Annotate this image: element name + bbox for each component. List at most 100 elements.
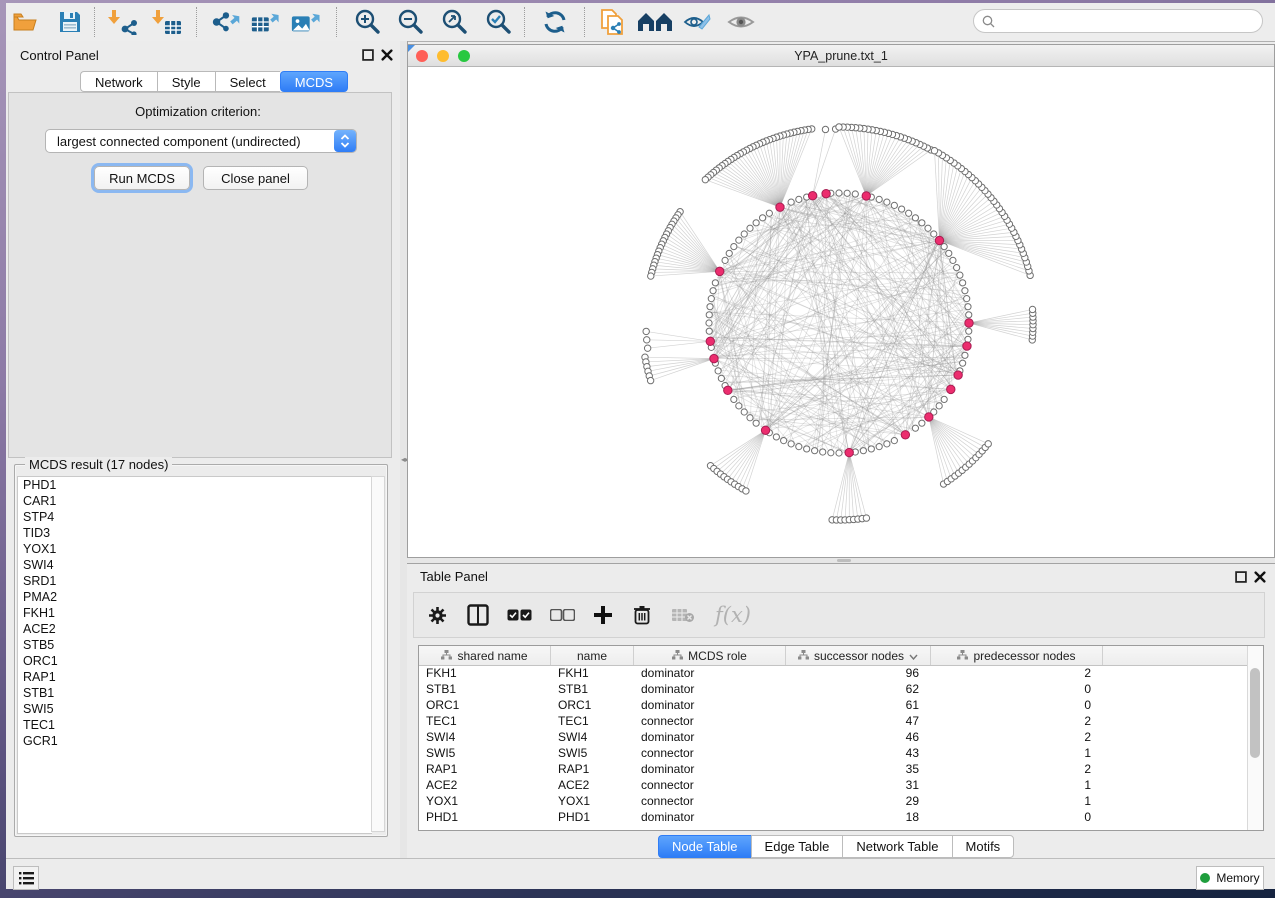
network-node[interactable] bbox=[718, 375, 724, 381]
mcds-list-scrollbar[interactable] bbox=[371, 476, 385, 832]
zoom-out-icon[interactable] bbox=[395, 8, 425, 36]
table-row[interactable]: STB1STB1dominator620 bbox=[419, 681, 1249, 697]
run-mcds-button[interactable]: Run MCDS bbox=[94, 166, 190, 190]
network-node[interactable] bbox=[781, 438, 787, 444]
network-node[interactable] bbox=[906, 210, 912, 216]
network-node[interactable] bbox=[647, 377, 653, 383]
network-node[interactable] bbox=[706, 320, 712, 326]
optimization-criterion-dropdown[interactable]: largest connected component (undirected) bbox=[45, 129, 357, 153]
network-node[interactable] bbox=[788, 199, 794, 205]
network-node[interactable] bbox=[712, 280, 718, 286]
open-file-icon[interactable] bbox=[10, 8, 40, 36]
save-session-icon[interactable] bbox=[55, 8, 85, 36]
table-scrollbar[interactable] bbox=[1247, 646, 1263, 830]
network-node[interactable] bbox=[820, 449, 826, 455]
column-header-shared-name[interactable]: shared name bbox=[419, 646, 551, 665]
network-node[interactable] bbox=[852, 191, 858, 197]
network-node[interactable] bbox=[736, 237, 742, 243]
export-network-icon[interactable] bbox=[210, 8, 240, 36]
tab-network[interactable]: Network bbox=[80, 71, 157, 92]
mcds-result-item[interactable]: TEC1 bbox=[18, 717, 372, 733]
export-table-icon[interactable] bbox=[250, 8, 280, 36]
network-node[interactable] bbox=[710, 288, 716, 294]
memory-button[interactable]: Memory bbox=[1196, 866, 1264, 890]
network-node[interactable] bbox=[796, 444, 802, 450]
table-row[interactable]: SWI4SWI4dominator462 bbox=[419, 729, 1249, 745]
table-row[interactable]: PHD1PHD1dominator180 bbox=[419, 809, 1249, 825]
mcds-result-item[interactable]: ACE2 bbox=[18, 621, 372, 637]
network-node[interactable] bbox=[788, 441, 794, 447]
network-node[interactable] bbox=[863, 515, 869, 521]
network-node[interactable] bbox=[731, 396, 737, 402]
network-node[interactable] bbox=[753, 220, 759, 226]
network-node[interactable] bbox=[884, 441, 890, 447]
tab-select[interactable]: Select bbox=[215, 71, 280, 92]
mcds-result-item[interactable]: CAR1 bbox=[18, 493, 372, 509]
mcds-result-item[interactable]: SWI4 bbox=[18, 557, 372, 573]
hide-selected-icon[interactable] bbox=[682, 8, 712, 36]
network-hub-node[interactable] bbox=[947, 385, 955, 393]
zoom-fit-icon[interactable] bbox=[439, 8, 469, 36]
table-row[interactable]: SWI5SWI5connector431 bbox=[419, 745, 1249, 761]
network-node[interactable] bbox=[860, 448, 866, 454]
network-node[interactable] bbox=[891, 438, 897, 444]
close-panel-icon[interactable] bbox=[1254, 571, 1266, 583]
network-node[interactable] bbox=[828, 450, 834, 456]
network-hub-node[interactable] bbox=[963, 342, 971, 350]
mcds-result-item[interactable]: TID3 bbox=[18, 525, 372, 541]
column-header-MCDS-role[interactable]: MCDS role bbox=[634, 646, 786, 665]
network-node[interactable] bbox=[743, 488, 749, 494]
network-hub-node[interactable] bbox=[862, 192, 870, 200]
network-node[interactable] bbox=[966, 312, 972, 318]
tab-motifs[interactable]: Motifs bbox=[952, 835, 1015, 858]
mcds-result-item[interactable]: FKH1 bbox=[18, 605, 372, 621]
network-hub-node[interactable] bbox=[776, 203, 784, 211]
network-node[interactable] bbox=[919, 420, 925, 426]
network-node[interactable] bbox=[644, 337, 650, 343]
network-node[interactable] bbox=[965, 304, 971, 310]
zoom-in-icon[interactable] bbox=[352, 8, 382, 36]
network-node[interactable] bbox=[962, 288, 968, 294]
mcds-result-item[interactable]: GCR1 bbox=[18, 733, 372, 749]
network-node[interactable] bbox=[844, 190, 850, 196]
search-input[interactable] bbox=[1000, 13, 1262, 29]
network-node[interactable] bbox=[643, 328, 649, 334]
mcds-result-item[interactable]: PMA2 bbox=[18, 589, 372, 605]
network-node[interactable] bbox=[773, 434, 779, 440]
network-node[interactable] bbox=[766, 210, 772, 216]
network-hub-node[interactable] bbox=[724, 386, 732, 394]
export-image-icon[interactable] bbox=[290, 8, 320, 36]
tab-mcds[interactable]: MCDS bbox=[280, 71, 348, 92]
network-node[interactable] bbox=[708, 296, 714, 302]
network-node[interactable] bbox=[964, 296, 970, 302]
import-network-icon[interactable] bbox=[108, 8, 138, 36]
first-neighbors-icon[interactable] bbox=[636, 8, 674, 36]
mcds-result-item[interactable]: SRD1 bbox=[18, 573, 372, 589]
mcds-result-item[interactable]: ORC1 bbox=[18, 653, 372, 669]
show-all-icon[interactable] bbox=[726, 8, 756, 36]
network-canvas[interactable] bbox=[408, 67, 1274, 557]
network-node[interactable] bbox=[759, 215, 765, 221]
network-node[interactable] bbox=[946, 250, 952, 256]
table-scrollbar-thumb[interactable] bbox=[1250, 668, 1260, 758]
column-header-successor-nodes[interactable]: successor nodes bbox=[786, 646, 931, 665]
import-table-icon[interactable] bbox=[152, 8, 182, 36]
network-node[interactable] bbox=[912, 425, 918, 431]
network-hub-node[interactable] bbox=[822, 189, 830, 197]
table-row[interactable]: ACE2ACE2connector311 bbox=[419, 777, 1249, 793]
network-node[interactable] bbox=[941, 396, 947, 402]
mcds-result-item[interactable]: STB1 bbox=[18, 685, 372, 701]
network-node[interactable] bbox=[726, 250, 732, 256]
network-node[interactable] bbox=[954, 265, 960, 271]
mcds-result-item[interactable]: YOX1 bbox=[18, 541, 372, 557]
new-network-from-selection-icon[interactable] bbox=[598, 8, 628, 36]
add-row-icon[interactable] bbox=[593, 605, 613, 625]
network-node[interactable] bbox=[966, 328, 972, 334]
network-node[interactable] bbox=[936, 403, 942, 409]
network-node[interactable] bbox=[648, 273, 654, 279]
network-node[interactable] bbox=[950, 257, 956, 263]
network-node[interactable] bbox=[962, 352, 968, 358]
apply-layout-refresh-icon[interactable] bbox=[540, 8, 570, 36]
zoom-selected-icon[interactable] bbox=[483, 8, 513, 36]
network-node[interactable] bbox=[706, 312, 712, 318]
